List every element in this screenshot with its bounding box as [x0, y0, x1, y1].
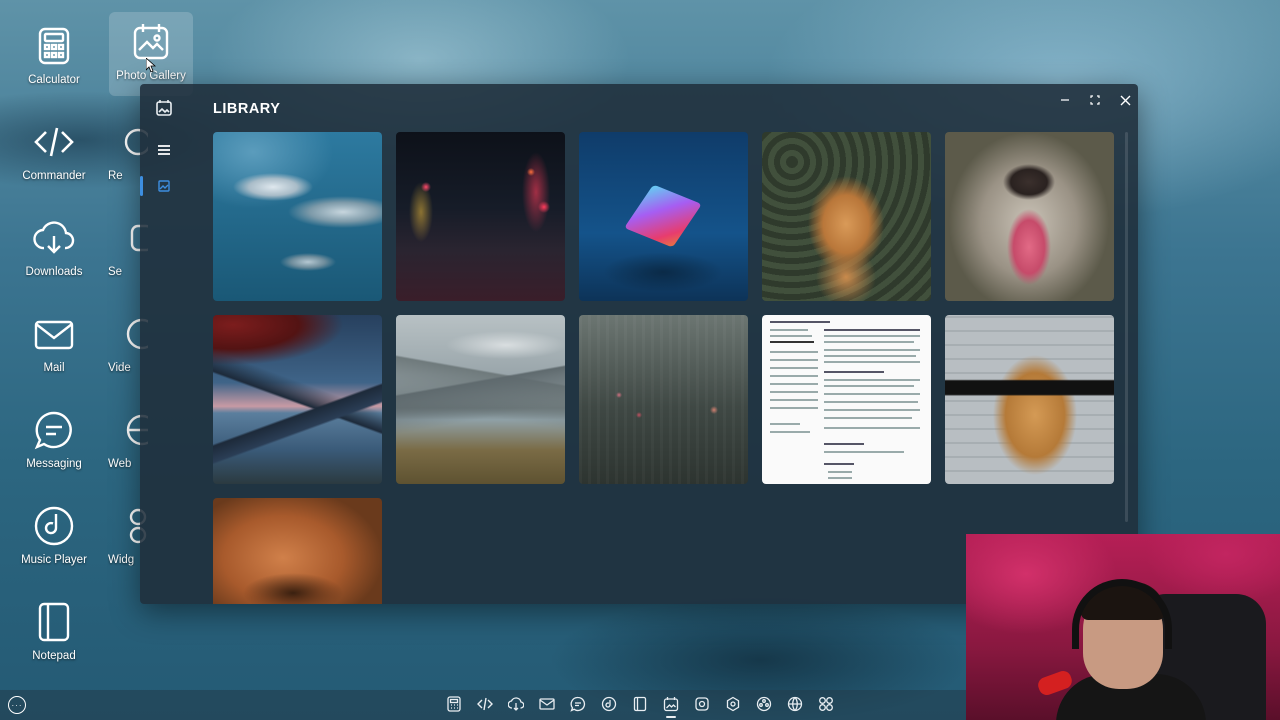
- ellipsis-icon: ···: [11, 700, 23, 710]
- desktop-icon-label: Notepad: [32, 650, 76, 662]
- scrollbar[interactable]: [1125, 132, 1128, 522]
- taskbar-notepad[interactable]: [630, 694, 650, 714]
- photo-thumbnail-husky[interactable]: [945, 132, 1114, 301]
- photo-gallery-window: LIBRARY: [140, 84, 1138, 604]
- recorder-icon: [695, 697, 709, 711]
- taskbar-messaging[interactable]: [568, 694, 588, 714]
- notepad-icon: [633, 696, 647, 712]
- photo-thumbnail-golden-retriever[interactable]: [762, 132, 931, 301]
- desktop-icon-label: Music Player: [21, 554, 87, 566]
- taskbar-video[interactable]: [754, 694, 774, 714]
- maximize-icon: [1090, 95, 1100, 105]
- photo-thumbnail-shiba[interactable]: [213, 498, 382, 604]
- desktop-icon-commander[interactable]: Commander: [12, 112, 96, 200]
- sidebar-active-indicator: [140, 176, 143, 196]
- taskbar-settings[interactable]: [723, 694, 743, 714]
- photo-thumbnail-dog-sunglasses[interactable]: [945, 315, 1114, 484]
- taskbar-commander[interactable]: [475, 694, 495, 714]
- music-icon: [32, 504, 76, 548]
- photo-thumbnail-neon-street[interactable]: [396, 132, 565, 301]
- widgets-icon: [819, 697, 833, 711]
- chat-icon: [32, 408, 76, 452]
- cube-shape: [624, 184, 702, 248]
- maximize-button[interactable]: [1083, 88, 1107, 112]
- taskbar-downloads[interactable]: [506, 694, 526, 714]
- photo-thumbnail-resume[interactable]: [762, 315, 931, 484]
- music-icon: [601, 696, 617, 712]
- notepad-icon: [32, 600, 76, 644]
- desktop-icon-label: Messaging: [26, 458, 82, 470]
- window-sidebar: [140, 84, 188, 604]
- desktop-icon-messaging[interactable]: Messaging: [12, 400, 96, 488]
- taskbar-recorder[interactable]: [692, 694, 712, 714]
- taskbar-music-player[interactable]: [599, 694, 619, 714]
- video-icon: [756, 696, 772, 712]
- photo-thumbnail-glowing-cube[interactable]: [579, 132, 748, 301]
- minimize-button[interactable]: [1053, 88, 1077, 112]
- code-icon: [477, 697, 493, 711]
- minimize-icon: [1061, 99, 1069, 101]
- desktop-icon-notepad[interactable]: Notepad: [12, 592, 96, 680]
- desktop-icon-downloads[interactable]: Downloads: [12, 208, 96, 296]
- taskbar-mail[interactable]: [537, 694, 557, 714]
- photo-gallery-icon[interactable]: [152, 96, 176, 120]
- calculator-icon: [32, 24, 76, 68]
- calculator-icon: [447, 696, 461, 712]
- taskbar-widgets[interactable]: [816, 694, 836, 714]
- photo-thumbnail-mount-fuji[interactable]: [213, 315, 382, 484]
- desktop-icon-mail[interactable]: Mail: [12, 304, 96, 392]
- hamburger-menu-icon[interactable]: [152, 138, 176, 162]
- webcam-overlay: [966, 534, 1280, 720]
- download-cloud-icon: [508, 697, 524, 711]
- mail-icon: [539, 698, 555, 710]
- photo-thumbnail-dolphins[interactable]: [213, 132, 382, 301]
- desktop-icon-label: Calculator: [28, 74, 80, 86]
- image-library-icon[interactable]: [152, 174, 176, 198]
- download-cloud-icon: [32, 216, 76, 260]
- close-button[interactable]: [1113, 88, 1137, 112]
- headphones-icon: [1072, 579, 1172, 649]
- window-title: LIBRARY: [213, 101, 281, 117]
- settings-icon: [726, 696, 740, 712]
- taskbar-calculator[interactable]: [444, 694, 464, 714]
- desktop-icon-label: Commander: [22, 170, 86, 182]
- photo-thumbnail-mountain-lake[interactable]: [396, 315, 565, 484]
- close-icon: [1120, 95, 1130, 105]
- photo-gallery-icon: [663, 697, 679, 712]
- desktop-icon-calculator[interactable]: Calculator: [12, 16, 96, 104]
- photo-thumbnail-rainy-window[interactable]: [579, 315, 748, 484]
- taskbar-web[interactable]: [785, 694, 805, 714]
- web-icon: [787, 696, 803, 712]
- desktop-icon-label: Downloads: [25, 266, 83, 278]
- desktop-icon-label: Mail: [43, 362, 65, 374]
- taskbar-photo-gallery[interactable]: [661, 694, 681, 718]
- code-icon: [32, 120, 76, 164]
- mouse-cursor-icon: [146, 58, 156, 72]
- desktop-icon-music-player[interactable]: Music Player: [12, 496, 96, 584]
- mail-icon: [32, 312, 76, 356]
- chat-icon: [570, 696, 586, 712]
- start-menu-button[interactable]: ···: [8, 696, 26, 714]
